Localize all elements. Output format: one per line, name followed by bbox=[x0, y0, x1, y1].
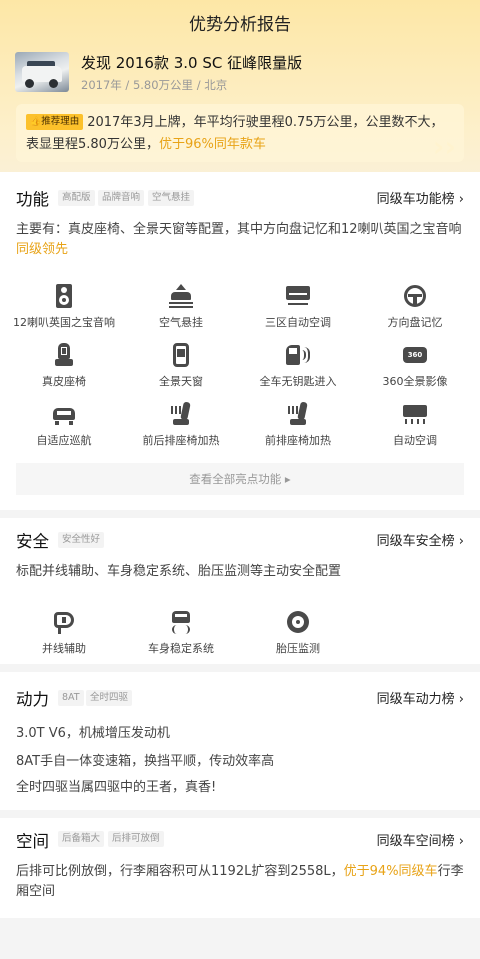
safety-card: 安全 安全性好 同级车安全榜 › 标配并线辅助、车身稳定系统、胎压监测等主动安全… bbox=[0, 518, 480, 664]
feature-item[interactable]: 前后排座椅加热 bbox=[126, 401, 236, 448]
recommend-reason-tag: 👍推荐理由 bbox=[26, 114, 84, 130]
function-description: 主要有：真皮座椅、全景天窗等配置，其中方向盘记忆和12喇叭英国之宝音响同级领先 bbox=[16, 222, 462, 257]
power-line: 3.0T V6，机械增压发动机 bbox=[16, 726, 170, 741]
sunroof-icon bbox=[169, 343, 193, 367]
stability-control-icon bbox=[169, 610, 193, 634]
front-seat-heating-icon bbox=[286, 401, 310, 426]
power-title: 动力 bbox=[16, 690, 49, 709]
feature-item[interactable]: 自动空调 bbox=[360, 402, 470, 448]
air-suspension-icon bbox=[169, 284, 193, 308]
reason-highlight: 优于96%同年款车 bbox=[158, 137, 266, 152]
power-card: 动力 8AT 全时四驱 同级车动力榜 › 3.0T V6，机械增压发动机 8AT… bbox=[0, 672, 480, 810]
feature-item[interactable]: 自适应巡航 bbox=[9, 402, 119, 448]
space-title: 空间 bbox=[16, 832, 49, 851]
feature-item[interactable]: 并线辅助 bbox=[9, 610, 119, 656]
function-rank-link[interactable]: 同级车功能榜 › bbox=[377, 188, 464, 207]
feature-item[interactable]: 车身稳定系统 bbox=[126, 610, 236, 656]
car-thumbnail[interactable] bbox=[15, 52, 69, 92]
function-tag: 高配版 bbox=[58, 190, 95, 206]
power-tag: 全时四驱 bbox=[86, 690, 133, 706]
feature-item[interactable]: 全景天窗 bbox=[126, 343, 236, 389]
function-tag: 空气悬挂 bbox=[148, 190, 195, 206]
keyless-entry-icon bbox=[286, 343, 310, 367]
car-meta: 2017年 / 5.80万公里 / 北京 bbox=[81, 78, 228, 92]
quote-icon: ›› bbox=[432, 130, 456, 162]
safety-title: 安全 bbox=[16, 532, 49, 551]
function-tag: 品牌音响 bbox=[98, 190, 145, 206]
feature-item[interactable]: 真皮座椅 bbox=[9, 343, 119, 389]
power-tag: 8AT bbox=[58, 690, 84, 706]
space-rank-link[interactable]: 同级车空间榜 › bbox=[377, 830, 464, 849]
feature-item[interactable]: 胎压监测 bbox=[243, 610, 353, 656]
thumbs-up-icon: 👍 bbox=[30, 117, 42, 127]
space-card: 空间 后备箱大 后排可放倒 同级车空间榜 › 后排可比例放倒，行李厢容积可从11… bbox=[0, 818, 480, 918]
space-tag: 后排可放倒 bbox=[108, 831, 164, 847]
function-card: 功能 高配版 品牌音响 空气悬挂 同级车功能榜 › 主要有：真皮座椅、全景天窗等… bbox=[0, 172, 480, 510]
tire-pressure-icon bbox=[286, 610, 310, 634]
adaptive-cruise-icon bbox=[52, 402, 76, 426]
see-all-features-button[interactable]: 查看全部亮点功能 ▸ bbox=[16, 463, 464, 495]
power-rank-link[interactable]: 同级车动力榜 › bbox=[377, 688, 464, 707]
feature-item[interactable]: 前排座椅加热 bbox=[243, 401, 353, 448]
safety-rank-link[interactable]: 同级车安全榜 › bbox=[377, 530, 464, 549]
feature-item[interactable]: 方向盘记忆 bbox=[360, 284, 470, 330]
steering-wheel-icon bbox=[403, 284, 427, 308]
lane-assist-icon bbox=[52, 610, 76, 634]
function-title: 功能 bbox=[16, 190, 49, 209]
space-description: 后排可比例放倒，行李厢容积可从1192L扩容到2558L，优于94%同级车行李厢… bbox=[16, 864, 464, 899]
seat-heating-icon bbox=[169, 401, 193, 426]
page-title: 优势分析报告 bbox=[189, 15, 291, 35]
feature-item[interactable]: 全车无钥匙进入 bbox=[243, 343, 353, 389]
feature-item[interactable]: 空气悬挂 bbox=[126, 284, 236, 330]
space-tag: 后备箱大 bbox=[58, 831, 105, 847]
car-name: 发现 2016款 3.0 SC 征峰限量版 bbox=[81, 54, 303, 72]
air-conditioner-icon bbox=[286, 284, 310, 308]
feature-item[interactable]: 三区自动空调 bbox=[243, 284, 353, 330]
safety-description: 标配并线辅助、车身稳定系统、胎压监测等主动安全配置 bbox=[16, 564, 342, 579]
feature-item[interactable]: 360 360全景影像 bbox=[360, 343, 470, 389]
power-line: 8AT手自一体变速箱，换挡平顺，传动效率高 bbox=[16, 754, 275, 769]
recommend-reason-box: 👍推荐理由 2017年3月上牌，年平均行驶里程0.75万公里，公里数不大，表显里程… bbox=[16, 104, 464, 162]
feature-item[interactable]: 12喇叭英国之宝音响 bbox=[9, 284, 119, 330]
power-line: 全时四驱当属四驱中的王者，真香! bbox=[16, 780, 217, 795]
car-summary[interactable]: 发现 2016款 3.0 SC 征峰限量版 2017年 / 5.80万公里 / … bbox=[15, 52, 465, 94]
panoramic-camera-icon: 360 bbox=[403, 343, 427, 367]
leather-seat-icon bbox=[52, 343, 76, 367]
speaker-icon bbox=[52, 284, 76, 308]
safety-tag: 安全性好 bbox=[58, 532, 105, 548]
auto-ac-icon bbox=[403, 402, 427, 426]
